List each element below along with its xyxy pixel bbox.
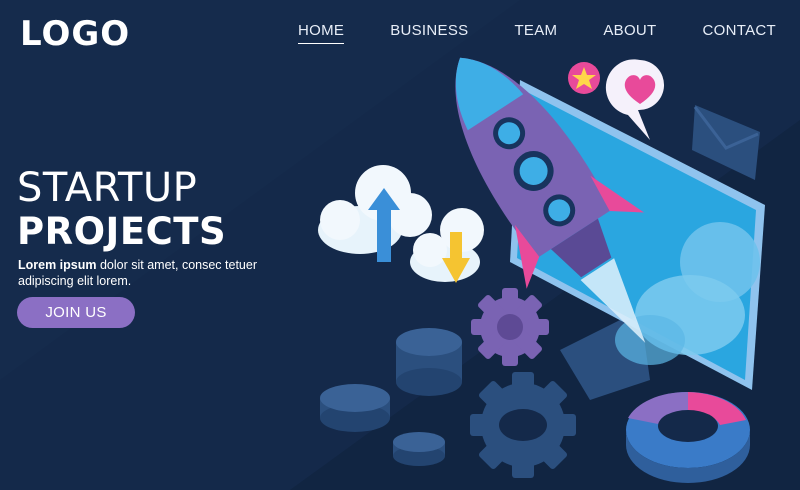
gear-icon xyxy=(470,372,576,478)
star-icon xyxy=(568,62,600,94)
cylinder-shape xyxy=(320,328,462,466)
heart-icon xyxy=(605,59,665,141)
gear-icon xyxy=(471,288,549,366)
pie-chart-icon xyxy=(626,391,750,483)
mail-icon xyxy=(692,105,760,180)
startup-illustration xyxy=(318,57,765,483)
